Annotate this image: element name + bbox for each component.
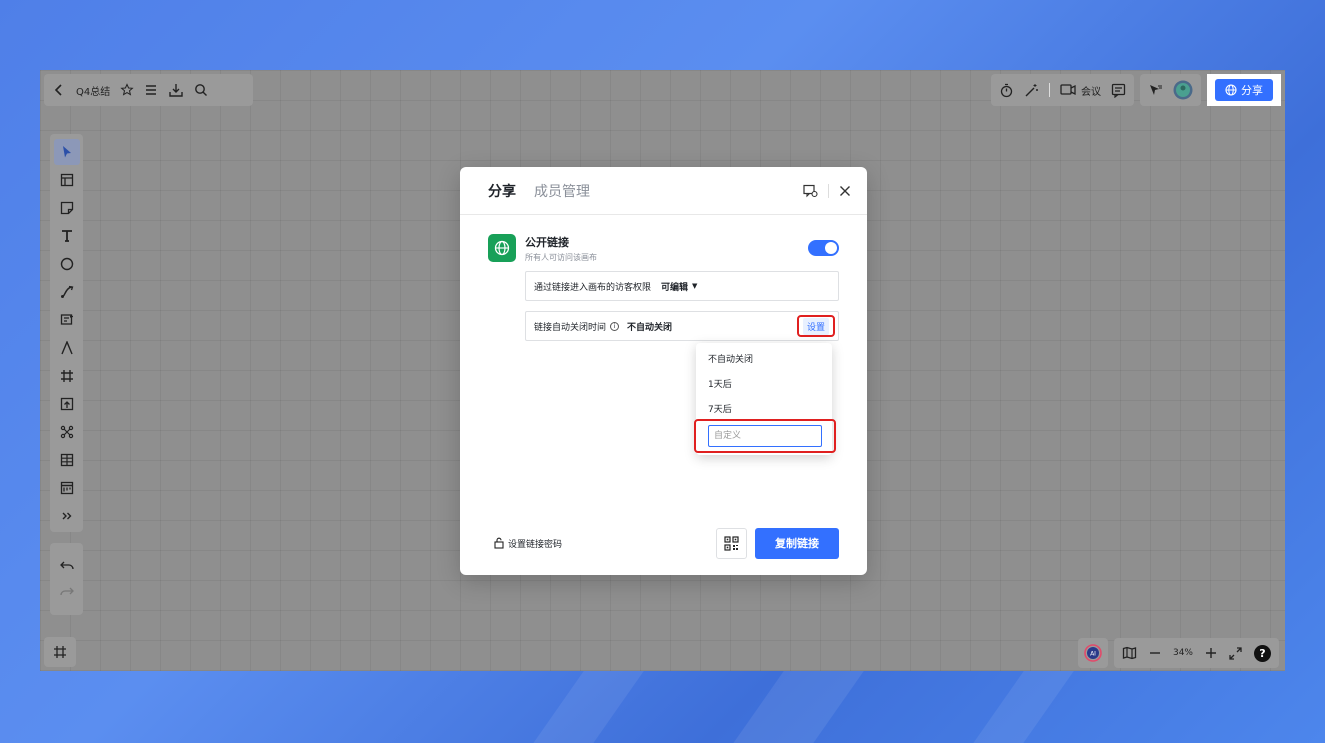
divider (828, 183, 829, 198)
share-button-wrapper: 分享 (1207, 74, 1281, 106)
text-tool[interactable] (54, 223, 80, 249)
avatar[interactable] (1173, 80, 1193, 100)
info-icon[interactable]: i (610, 321, 620, 331)
fullscreen-icon[interactable] (1229, 646, 1242, 660)
search-icon[interactable] (194, 83, 208, 97)
dialog-footer: 设置链接密码 复制链接 (494, 527, 839, 559)
left-toolbar (50, 134, 83, 532)
auto-close-set-button[interactable]: 设置 (797, 315, 835, 337)
qr-code-button[interactable] (716, 527, 747, 559)
bg-stripe (968, 660, 1082, 743)
frame-tool[interactable] (54, 363, 80, 389)
auto-close-value: 不自动关闭 (627, 322, 673, 333)
auto-close-row: 链接自动关闭时间 i 不自动关闭 设置 (525, 311, 839, 341)
more-tools-icon[interactable] (54, 503, 80, 529)
custom-duration-input[interactable] (708, 425, 822, 447)
dropdown-option-7-days[interactable]: 7天后 (696, 396, 832, 421)
svg-text:AI: AI (1090, 651, 1096, 658)
caret-down-icon[interactable]: ▼ (692, 282, 697, 290)
permission-label: 通过链接进入画布的访客权限 (534, 282, 652, 293)
timer-icon[interactable] (999, 83, 1014, 98)
comment-icon[interactable] (1111, 83, 1126, 98)
select-tool[interactable] (53, 139, 80, 165)
auto-close-label: 链接自动关闭时间 (534, 322, 607, 333)
mindmap-tool[interactable] (54, 307, 80, 333)
collab-group (1140, 74, 1201, 106)
public-link-toggle[interactable] (808, 240, 839, 256)
meeting-label[interactable]: 会议 (1081, 83, 1101, 98)
qr-code-icon (724, 535, 739, 551)
component-tool[interactable] (54, 419, 80, 445)
public-link-row: 公开链接 所有人可访问该画布 (488, 233, 839, 263)
share-settings-icon[interactable] (803, 184, 818, 198)
follow-cursor-icon[interactable] (1148, 83, 1163, 98)
bottom-right-toolbar: AI 34% ? (1077, 638, 1279, 668)
tab-member-management[interactable]: 成员管理 (534, 181, 590, 201)
dropdown-option-never[interactable]: 不自动关闭 (696, 346, 832, 371)
frame-list-icon (54, 646, 66, 658)
public-link-title: 公开链接 (525, 235, 569, 249)
public-link-icon (488, 234, 516, 262)
top-left-toolbar: Q4总结 (44, 74, 253, 106)
minimap-icon[interactable] (1122, 646, 1137, 660)
menu-icon[interactable] (144, 83, 158, 97)
dropdown-option-1-day[interactable]: 1天后 (696, 371, 832, 396)
back-icon[interactable] (52, 83, 66, 97)
bg-stripe (528, 660, 652, 743)
globe-icon (1225, 84, 1237, 96)
tab-share[interactable]: 分享 (488, 181, 516, 201)
sticky-note-tool[interactable] (54, 195, 80, 221)
video-meeting-icon[interactable] (1060, 83, 1077, 97)
zoom-in-icon[interactable] (1205, 647, 1217, 659)
table-tool[interactable] (54, 447, 80, 473)
doc-title[interactable]: Q4总结 (76, 83, 110, 98)
lock-icon (494, 537, 504, 549)
history-toolbar (50, 543, 83, 615)
help-button[interactable]: ? (1254, 644, 1271, 662)
zoom-level[interactable]: 34% (1173, 648, 1193, 658)
redo-icon[interactable] (59, 586, 74, 598)
permission-select[interactable]: 可编辑 (661, 280, 688, 293)
set-password-label: 设置链接密码 (508, 539, 563, 550)
template-tool[interactable] (54, 167, 80, 193)
star-icon[interactable] (120, 83, 134, 97)
kanban-tool[interactable] (54, 475, 80, 501)
frame-list-button[interactable] (44, 637, 76, 667)
download-icon[interactable] (168, 82, 184, 98)
share-dialog: 分享 成员管理 公开链接 所有人可访问该画布 通过链接进入画布的访客权限 可编辑… (460, 167, 867, 575)
set-password-link[interactable]: 设置链接密码 (494, 537, 562, 550)
close-icon[interactable] (839, 185, 851, 197)
public-link-subtitle: 所有人可访问该画布 (525, 252, 597, 262)
copy-link-button[interactable]: 复制链接 (755, 527, 839, 559)
share-label: 分享 (1241, 84, 1263, 97)
tools-group: 会议 (991, 74, 1134, 106)
share-button[interactable]: 分享 (1215, 79, 1273, 101)
shape-tool[interactable] (54, 251, 80, 277)
custom-option-highlight (694, 419, 836, 453)
ai-group: AI (1077, 638, 1108, 668)
top-right-toolbar: 会议 分享 (991, 73, 1281, 107)
bg-stripe (728, 660, 872, 743)
magic-wand-icon[interactable] (1024, 83, 1039, 98)
dialog-header: 分享 成员管理 (460, 167, 867, 215)
divider (1049, 83, 1050, 97)
zoom-out-icon[interactable] (1149, 647, 1161, 659)
pen-tool[interactable] (54, 335, 80, 361)
upload-tool[interactable] (54, 391, 80, 417)
undo-icon[interactable] (59, 560, 74, 572)
ai-assistant-icon[interactable]: AI (1084, 644, 1102, 662)
auto-close-dropdown: 不自动关闭 1天后 7天后 (694, 343, 836, 455)
connector-tool[interactable] (54, 279, 80, 305)
zoom-group: 34% ? (1113, 638, 1279, 668)
visitor-permission-row: 通过链接进入画布的访客权限 可编辑 ▼ (525, 271, 839, 301)
set-label: 设置 (802, 317, 829, 335)
